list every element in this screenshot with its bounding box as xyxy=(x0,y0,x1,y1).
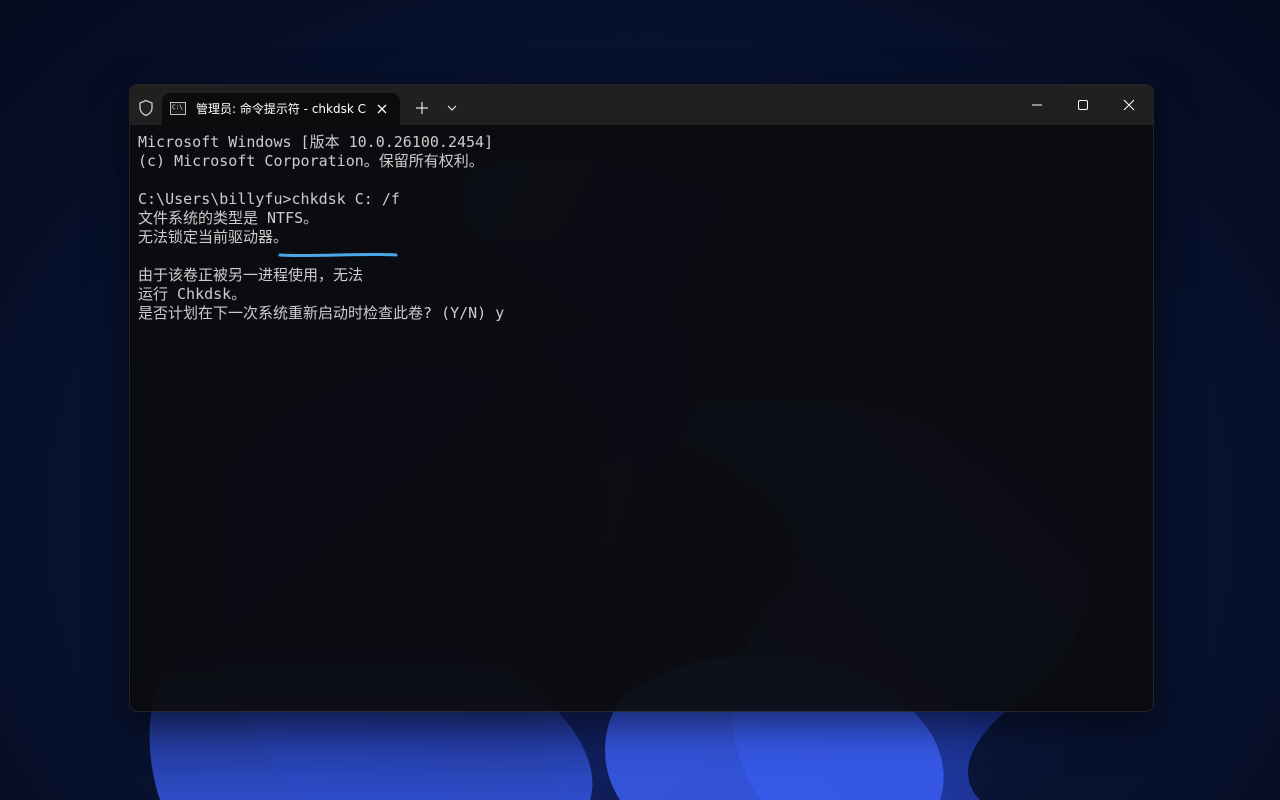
output-fs-type: 文件系统的类型是 NTFS。 xyxy=(138,209,319,227)
close-icon[interactable] xyxy=(372,99,392,119)
close-icon xyxy=(1123,99,1135,111)
command-text: chkdsk C: /f xyxy=(291,190,400,208)
console-output: Microsoft Windows [版本 10.0.26100.2454] (… xyxy=(138,133,504,323)
console-area[interactable]: Microsoft Windows [版本 10.0.26100.2454] (… xyxy=(130,125,1153,711)
close-button[interactable] xyxy=(1106,85,1152,125)
output-in-use-2: 运行 Chkdsk。 xyxy=(138,285,247,303)
output-cannot-lock: 无法锁定当前驱动器。 xyxy=(138,228,289,246)
tab-title: 管理员: 命令提示符 - chkdsk C xyxy=(196,102,366,116)
output-schedule-question: 是否计划在下一次系统重新启动时检查此卷? (Y/N) y xyxy=(138,304,505,322)
title-bar[interactable]: C:\ 管理员: 命令提示符 - chkdsk C xyxy=(130,85,1153,125)
maximize-icon xyxy=(1078,100,1088,110)
console-header-version: Microsoft Windows [版本 10.0.26100.2454] xyxy=(138,133,494,151)
tab-command-prompt[interactable]: C:\ 管理员: 命令提示符 - chkdsk C xyxy=(162,93,400,125)
minimize-button[interactable] xyxy=(1014,85,1060,125)
chevron-down-icon[interactable] xyxy=(442,98,462,118)
prompt: C:\Users\billyfu> xyxy=(138,190,292,208)
shield-icon xyxy=(139,99,153,117)
terminal-window: C:\ 管理员: 命令提示符 - chkdsk C Microsoft Wind… xyxy=(129,84,1154,712)
plus-icon[interactable] xyxy=(412,98,432,118)
output-in-use-1: 由于该卷正被另一进程使用，无法 xyxy=(138,266,364,284)
cmd-icon: C:\ xyxy=(170,102,186,115)
command-line: C:\Users\billyfu>chkdsk C: /f xyxy=(138,190,504,209)
console-header-copyright: (c) Microsoft Corporation。保留所有权利。 xyxy=(138,152,484,170)
maximize-button[interactable] xyxy=(1060,85,1106,125)
minimize-icon xyxy=(1032,104,1042,106)
command-highlight-underline xyxy=(278,252,398,258)
